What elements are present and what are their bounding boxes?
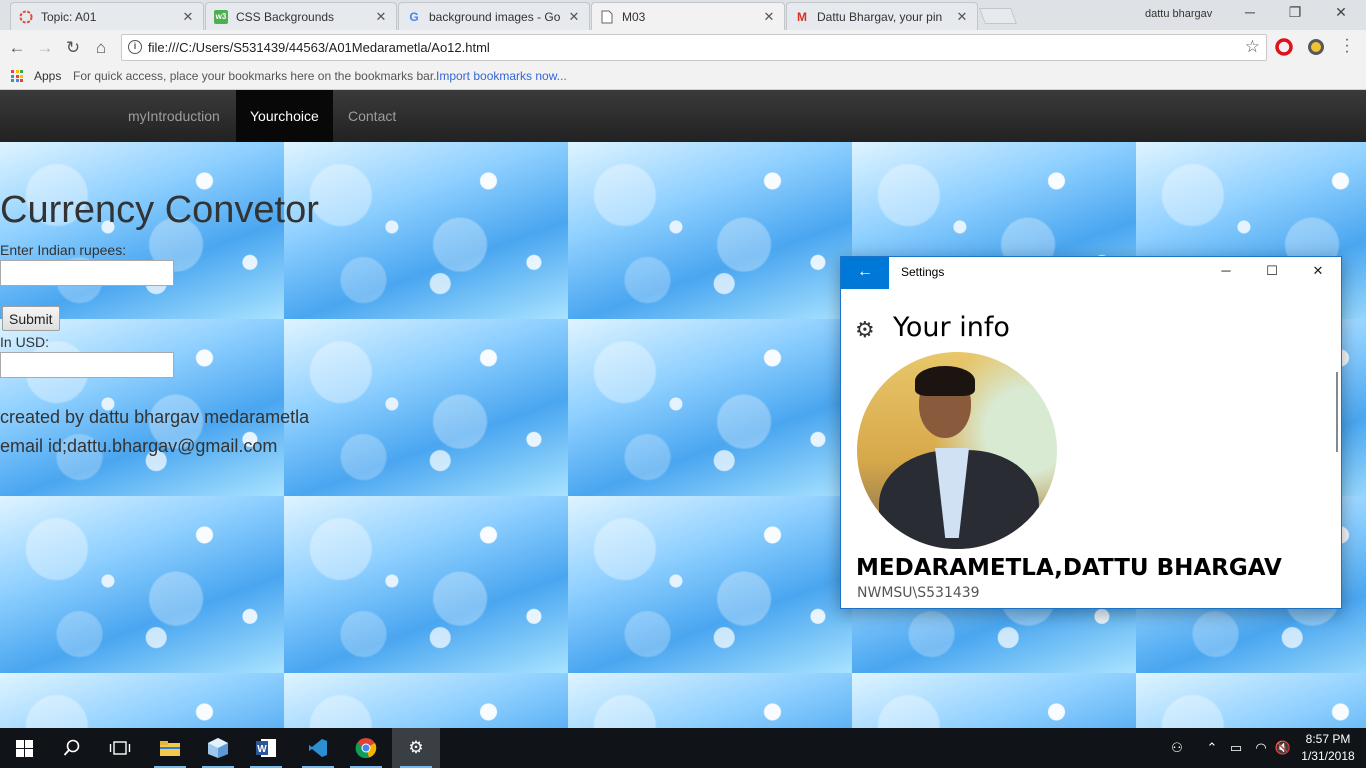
close-icon[interactable]: ✕ bbox=[762, 9, 776, 25]
extension-icon[interactable] bbox=[1307, 38, 1325, 56]
account-id: NWMSU\S531439 bbox=[857, 585, 980, 601]
tab-css-backgrounds[interactable]: w3 CSS Backgrounds ✕ bbox=[205, 2, 397, 30]
new-tab-button[interactable] bbox=[979, 8, 1017, 24]
w3schools-icon: w3 bbox=[214, 9, 228, 24]
bookmarks-hint: For quick access, place your bookmarks h… bbox=[73, 69, 437, 83]
browser-tab-strip: Topic: A01 ✕ w3 CSS Backgrounds ✕ G back… bbox=[0, 0, 1366, 30]
avatar bbox=[857, 352, 1057, 549]
system-clock[interactable]: 8:57 PM 1/31/2018 bbox=[1296, 731, 1360, 765]
avatar-hair bbox=[915, 366, 975, 396]
forward-arrow-icon[interactable]: → bbox=[34, 37, 56, 59]
search-icon[interactable] bbox=[48, 728, 96, 768]
tab-title: CSS Backgrounds bbox=[236, 9, 335, 24]
settings-titlebar: ← Settings ─ ☐ ✕ bbox=[841, 257, 1341, 289]
tab-background-images[interactable]: G background images - Go ✕ bbox=[398, 2, 590, 30]
taskbar: W ⚙ ⚇ ⌃ ▭ ◠ 🔇 8:57 PM 1/31/2018 bbox=[0, 728, 1366, 768]
clock-date: 1/31/2018 bbox=[1301, 749, 1355, 763]
bookmark-star-icon[interactable]: ☆ bbox=[1245, 37, 1260, 57]
apps-link[interactable]: Apps bbox=[34, 69, 61, 83]
usd-label: In USD: bbox=[0, 334, 50, 350]
created-by-text: created by dattu bhargav medarametla bbox=[0, 407, 310, 427]
file-explorer-icon[interactable] bbox=[146, 728, 194, 768]
d2l-icon bbox=[19, 10, 33, 24]
rupees-label: Enter Indian rupees: bbox=[0, 242, 127, 258]
home-icon[interactable]: ⌂ bbox=[90, 37, 112, 59]
tab-title: M03 bbox=[622, 9, 646, 24]
rupees-input[interactable] bbox=[0, 260, 174, 286]
scrollbar[interactable] bbox=[1336, 372, 1338, 452]
restore-icon[interactable]: ❐ bbox=[1280, 4, 1310, 21]
browser-toolbar: ← → ↻ ⌂ i file:///C:/Users/S531439/44563… bbox=[0, 30, 1366, 65]
volume-muted-icon[interactable]: 🔇 bbox=[1273, 728, 1293, 768]
nav-myintroduction[interactable]: myIntroduction bbox=[114, 90, 234, 142]
close-icon[interactable]: ✕ bbox=[567, 9, 581, 25]
chevron-up-icon[interactable]: ⌃ bbox=[1203, 728, 1221, 768]
import-bookmarks-link[interactable]: Import bookmarks now... bbox=[436, 69, 567, 83]
opera-extension-icon[interactable] bbox=[1275, 38, 1293, 56]
chrome-icon[interactable] bbox=[342, 728, 390, 768]
usd-output[interactable] bbox=[0, 352, 174, 378]
profile-name[interactable]: dattu bhargav bbox=[1145, 8, 1212, 20]
gear-icon: ⚙ bbox=[855, 317, 875, 342]
close-icon[interactable]: ✕ bbox=[1303, 263, 1333, 279]
tab-m03[interactable]: M03 ✕ bbox=[591, 2, 785, 30]
minimize-icon[interactable]: ─ bbox=[1235, 4, 1265, 20]
settings-gear-icon[interactable]: ⚙ bbox=[392, 728, 440, 768]
tab-title: Dattu Bhargav, your pin bbox=[817, 9, 943, 24]
maximize-icon[interactable]: ☐ bbox=[1257, 263, 1287, 279]
tab-topic-a01[interactable]: Topic: A01 ✕ bbox=[10, 2, 204, 30]
vscode-icon[interactable] bbox=[294, 728, 342, 768]
nav-contact[interactable]: Contact bbox=[334, 90, 410, 142]
clock-time: 8:57 PM bbox=[1305, 732, 1351, 746]
nav-yourchoice[interactable]: Yourchoice bbox=[236, 90, 333, 142]
site-navbar: myIntroduction Yourchoice Contact bbox=[0, 90, 1366, 142]
wifi-icon[interactable]: ◠ bbox=[1252, 728, 1270, 768]
reload-icon[interactable]: ↻ bbox=[62, 37, 84, 59]
close-window-icon[interactable]: ✕ bbox=[1326, 4, 1356, 21]
google-icon: G bbox=[409, 9, 419, 24]
people-icon[interactable]: ⚇ bbox=[1166, 728, 1188, 768]
page-icon bbox=[600, 10, 614, 24]
tab-title: background images - Go bbox=[429, 9, 561, 24]
settings-title: Settings bbox=[901, 265, 945, 279]
menu-icon[interactable]: · · · bbox=[1340, 32, 1354, 60]
gmail-icon: M bbox=[797, 9, 807, 24]
your-info-heading: Your info bbox=[893, 312, 1010, 343]
close-icon[interactable]: ✕ bbox=[374, 9, 388, 25]
back-arrow-icon[interactable]: ← bbox=[841, 257, 889, 289]
tab-gmail[interactable]: M Dattu Bhargav, your pin ✕ bbox=[786, 2, 978, 30]
windows-start-icon[interactable] bbox=[0, 728, 48, 768]
bookmarks-bar: Apps For quick access, place your bookma… bbox=[0, 65, 1366, 90]
3d-box-app-icon[interactable] bbox=[194, 728, 242, 768]
address-bar[interactable]: i file:///C:/Users/S531439/44563/A01Meda… bbox=[121, 34, 1267, 61]
submit-button[interactable]: Submit bbox=[2, 306, 60, 331]
back-arrow-icon[interactable]: ← bbox=[6, 37, 28, 59]
minimize-icon[interactable]: ─ bbox=[1211, 263, 1241, 278]
address-url[interactable]: file:///C:/Users/S531439/44563/A01Medara… bbox=[148, 40, 490, 55]
user-name: MEDARAMETLA,DATTU BHARGAV bbox=[856, 555, 1282, 581]
tab-title: Topic: A01 bbox=[41, 9, 97, 24]
page-title: Currency Convetor bbox=[0, 189, 319, 231]
apps-grid-icon[interactable] bbox=[11, 70, 23, 82]
task-view-icon[interactable] bbox=[96, 728, 144, 768]
settings-window: ← Settings ─ ☐ ✕ ⚙ Your info MEDARAMETLA… bbox=[840, 256, 1342, 609]
battery-icon[interactable]: ▭ bbox=[1227, 728, 1245, 768]
info-icon[interactable]: i bbox=[128, 40, 142, 54]
word-icon[interactable]: W bbox=[242, 728, 290, 768]
email-text: email id;dattu.bhargav@gmail.com bbox=[0, 436, 278, 456]
close-icon[interactable]: ✕ bbox=[955, 9, 969, 25]
svg-text:W: W bbox=[257, 744, 267, 755]
close-icon[interactable]: ✕ bbox=[181, 9, 195, 25]
